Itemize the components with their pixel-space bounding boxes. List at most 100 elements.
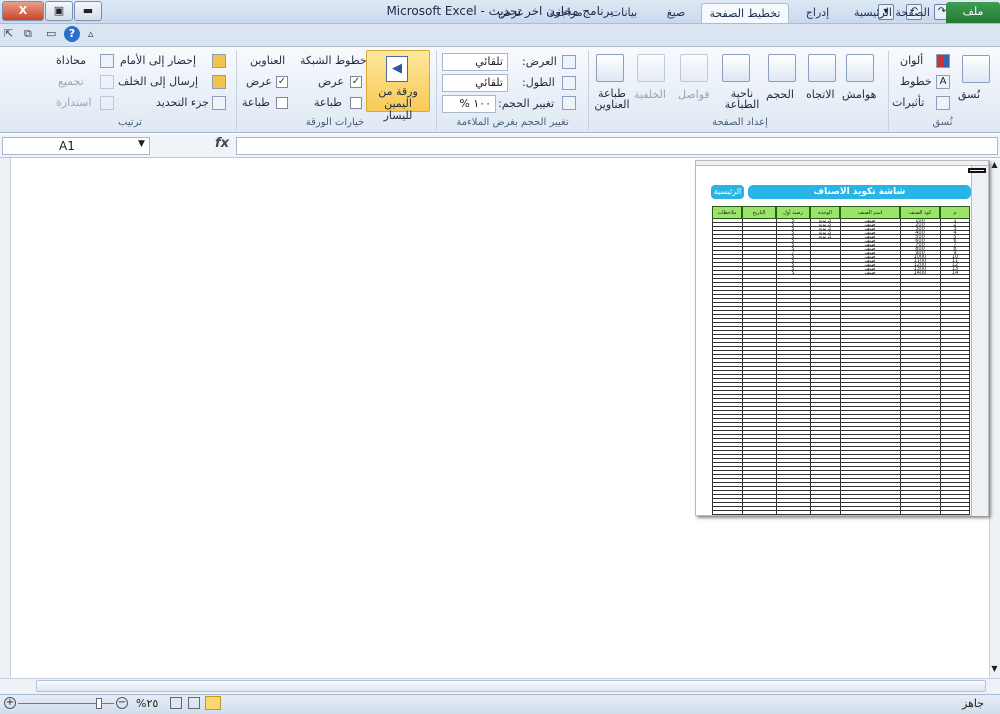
table-header-cell: رصيد أول: [776, 206, 810, 219]
table-column-line: [969, 219, 970, 515]
scale-icon: [562, 96, 576, 110]
bring-forward-button[interactable]: إحضار إلى الأمام: [120, 54, 196, 67]
tab-home[interactable]: الصفحة الرئيسية: [846, 3, 938, 23]
minimize-button[interactable]: ▬: [74, 1, 102, 21]
collapse-ribbon-icon[interactable]: ▵: [88, 27, 94, 40]
themes-icon[interactable]: [962, 55, 990, 83]
scroll-down-icon[interactable]: ▼: [989, 664, 1000, 676]
gridlines-print-checkbox[interactable]: [350, 97, 362, 109]
page-setup-group-label: إعداد الصفحة: [712, 117, 768, 128]
page-layout-view-icon[interactable]: [188, 697, 200, 709]
align-button[interactable]: محاذاة: [56, 54, 86, 67]
normal-view-icon[interactable]: [170, 697, 182, 709]
selection-pane-icon: [212, 96, 226, 110]
restore-ribbon-icon[interactable]: ⇱: [4, 27, 13, 40]
scale-spinner[interactable]: ١٠٠ %: [442, 95, 496, 113]
send-backward-button[interactable]: إرسال إلى الخلف: [118, 75, 198, 88]
items-table[interactable]: م كود الصنف اسم الصنف الوحدة رصيد أول التاريخ…: [712, 206, 970, 515]
effects-button[interactable]: تأثيرات: [892, 96, 924, 109]
tab-view[interactable]: عرض: [488, 3, 534, 23]
zoom-in-icon[interactable]: +: [4, 697, 16, 709]
fonts-button[interactable]: خطوط: [900, 75, 932, 88]
table-column-line: [810, 219, 811, 515]
tab-review[interactable]: مراجعة: [538, 3, 594, 23]
table-cell[interactable]: 14: [942, 271, 968, 275]
group-separator: [888, 51, 889, 131]
align-icon: [100, 54, 114, 68]
send-backward-icon: [212, 75, 226, 89]
window-restore-icon[interactable]: ⧉: [24, 27, 32, 41]
column-headers: [696, 161, 988, 166]
print-titles-button[interactable]: طباعة العناوين: [592, 88, 632, 110]
name-box-dropdown-icon[interactable]: ▼: [138, 139, 145, 149]
tab-data[interactable]: بيانات: [598, 3, 650, 23]
table-column-line: [712, 219, 713, 515]
active-cell[interactable]: [968, 168, 986, 173]
table-column-line: [840, 219, 841, 515]
themes-button[interactable]: نُسق: [958, 88, 980, 101]
rotate-icon: [100, 96, 114, 110]
tab-page-layout[interactable]: تخطيط الصفحة: [701, 3, 789, 23]
breaks-button: فواصل: [678, 88, 710, 101]
table-column-line: [940, 219, 941, 515]
headings-print-checkbox[interactable]: [276, 97, 288, 109]
ready-status: جاهز: [962, 697, 985, 710]
fonts-icon: A: [936, 75, 950, 89]
close-button[interactable]: X: [2, 1, 44, 21]
size-button[interactable]: الحجم: [766, 88, 794, 101]
window-minimize-icon[interactable]: ▭: [46, 27, 56, 40]
zoom-level[interactable]: %٢٥: [136, 697, 158, 710]
height-select[interactable]: تلقائي: [442, 74, 508, 92]
scroll-up-icon[interactable]: ▲: [989, 160, 1000, 172]
formula-input[interactable]: [236, 137, 998, 155]
help-icon[interactable]: ?: [64, 26, 80, 42]
height-icon: [562, 76, 576, 90]
group-separator: [436, 51, 437, 131]
table-cell[interactable]: 1400: [902, 271, 938, 275]
selection-pane-button[interactable]: جزء التحديد: [156, 96, 209, 109]
print-area-button[interactable]: ناحية الطباعة: [720, 88, 764, 110]
table-header-cell: اسم الصنف: [840, 206, 900, 219]
maximize-button[interactable]: ▣: [45, 1, 73, 21]
home-link-button[interactable]: الرئيسية: [711, 185, 744, 199]
headings-view-checkbox[interactable]: ✓: [276, 76, 288, 88]
margins-button[interactable]: هوامش: [842, 88, 876, 101]
table-header-cell: الوحدة: [810, 206, 840, 219]
print-titles-icon[interactable]: [596, 54, 624, 82]
table-cell[interactable]: [812, 271, 838, 275]
table-header-cell: كود الصنف: [900, 206, 940, 219]
insert-function-icon[interactable]: fx: [215, 136, 229, 151]
vertical-scrollbar[interactable]: [989, 160, 1000, 678]
bring-forward-icon: [212, 54, 226, 68]
print-area-icon[interactable]: [722, 54, 750, 82]
page-break-view-icon[interactable]: [205, 696, 221, 710]
zoom-out-icon[interactable]: −: [116, 697, 128, 709]
table-header-cell: ملاحظات: [712, 206, 742, 219]
tab-file[interactable]: ملف: [946, 2, 1000, 23]
table-cell[interactable]: 5: [778, 271, 808, 275]
tab-formulas[interactable]: صيغ: [656, 3, 696, 23]
vertical-ruler: [0, 158, 11, 678]
arrange-group-label: ترتيب: [118, 117, 142, 128]
headings-view-label: عرض: [246, 75, 272, 88]
table-cell[interactable]: صنف: [842, 271, 898, 275]
table-row[interactable]: [712, 511, 970, 515]
zoom-slider-handle[interactable]: [96, 698, 102, 709]
name-box[interactable]: A1: [2, 137, 150, 155]
margins-icon[interactable]: [846, 54, 874, 82]
background-button: الخلفية: [634, 88, 666, 101]
horizontal-scroll-thumb[interactable]: [36, 680, 986, 692]
size-icon[interactable]: [768, 54, 796, 82]
width-select[interactable]: تلقائي: [442, 53, 508, 71]
headings-print-label: طباعة: [242, 96, 270, 109]
breaks-icon: [680, 54, 708, 82]
orientation-button[interactable]: الاتجاه: [806, 88, 835, 101]
ribbon-tab-strip: [0, 24, 1000, 47]
orientation-icon[interactable]: [808, 54, 836, 82]
colors-button[interactable]: ألوان: [900, 54, 923, 67]
tab-insert[interactable]: إدراج: [795, 3, 840, 23]
gridlines-view-checkbox[interactable]: ✓: [350, 76, 362, 88]
background-icon: [637, 54, 665, 82]
sheet-rtl-icon: ◀: [386, 56, 408, 82]
group-separator: [588, 51, 589, 131]
